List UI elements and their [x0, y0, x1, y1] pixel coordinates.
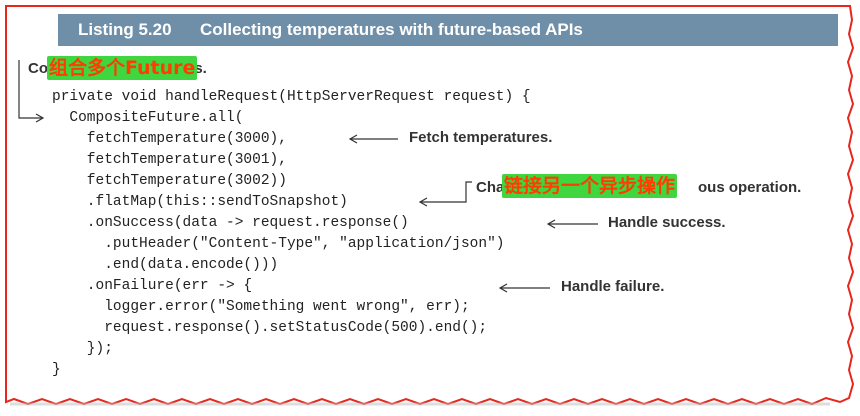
annotation-compose-prefix: Co	[28, 60, 48, 77]
code-line: request.response().setStatusCode(500).en…	[52, 320, 488, 336]
overlay-chain-translation: 链接另一个异步操作	[502, 174, 678, 198]
code-line: logger.error("Something went wrong", err…	[52, 299, 470, 315]
code-line: fetchTemperature(3002))	[52, 173, 287, 189]
code-line: fetchTemperature(3000),	[52, 131, 287, 147]
code-line: }	[52, 362, 61, 378]
code-line: });	[52, 341, 113, 357]
overlay-compose-translation: 组合多个Future	[47, 56, 198, 80]
annotation-chain-prefix: Cha	[476, 179, 505, 196]
code-line: .end(data.encode()))	[52, 257, 279, 273]
code-line: CompositeFuture.all(	[52, 110, 244, 126]
annotation-fetch: Fetch temperatures.	[409, 129, 553, 146]
code-line: fetchTemperature(3001),	[52, 152, 287, 168]
code-line: .flatMap(this::sendToSnapshot)	[52, 194, 348, 210]
code-line: .onSuccess(data -> request.response()	[52, 215, 409, 231]
annotation-chain-suffix: ous operation.	[698, 179, 802, 196]
code-line: .onFailure(err -> {	[52, 278, 253, 294]
code-line: private void handleRequest(HttpServerReq…	[52, 89, 531, 105]
code-line: .putHeader("Content-Type", "application/…	[52, 236, 505, 252]
annotation-success: Handle success.	[608, 214, 726, 231]
annotation-failure: Handle failure.	[561, 278, 665, 295]
